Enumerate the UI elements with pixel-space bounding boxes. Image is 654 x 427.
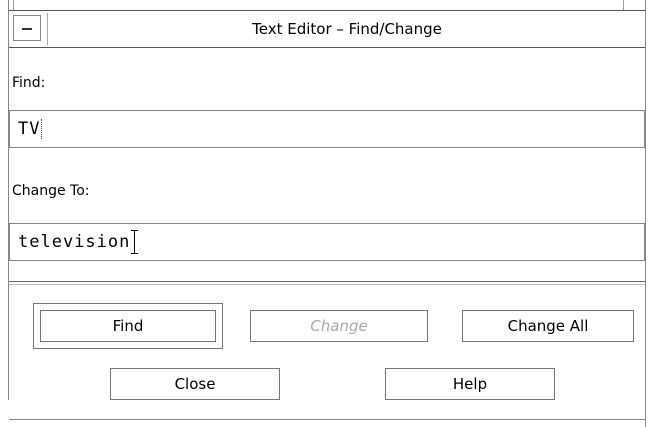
window-frame-right [645, 0, 646, 427]
change-to-input[interactable]: television [9, 223, 645, 261]
window-bottom-edge [9, 419, 645, 420]
resize-handle-top-right[interactable] [623, 0, 624, 10]
find-input[interactable]: TV [9, 110, 645, 148]
ibeam-cursor-icon [131, 230, 139, 254]
find-button[interactable]: Find [40, 310, 216, 342]
window-frame-left [8, 0, 9, 400]
window-menu-button[interactable] [13, 15, 41, 41]
title-bar[interactable]: Text Editor – Find/Change [9, 10, 645, 48]
separator [9, 281, 645, 282]
find-input-value: TV [18, 111, 43, 147]
find-label: Find: [12, 75, 46, 91]
help-button[interactable]: Help [385, 368, 555, 400]
change-to-label: Change To: [12, 183, 90, 199]
change-to-input-value: television [18, 224, 139, 260]
window-menu-icon [22, 28, 32, 30]
separator-shadow [9, 284, 645, 285]
close-button[interactable]: Close [110, 368, 280, 400]
resize-handle-top-left[interactable] [13, 0, 14, 10]
change-button[interactable]: Change [250, 310, 428, 342]
change-all-button[interactable]: Change All [462, 310, 634, 342]
title-divider [47, 13, 48, 45]
text-cursor-inactive [41, 119, 43, 139]
window-title: Text Editor – Find/Change [252, 20, 442, 38]
